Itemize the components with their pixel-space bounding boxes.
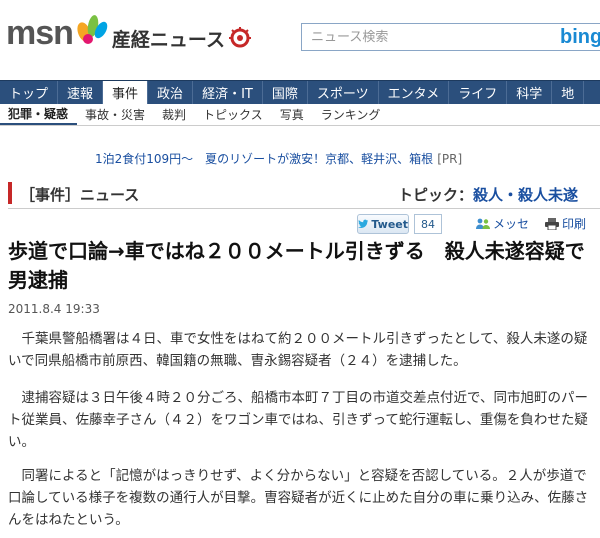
tweet-button[interactable]: Tweet	[357, 214, 409, 234]
nav-item-top[interactable]: トップ	[0, 81, 59, 104]
subnav-item-crime[interactable]: 犯罪・疑惑	[0, 104, 78, 125]
pr-label: [PR]	[437, 152, 463, 166]
tweet-label: Tweet	[371, 217, 408, 231]
msn-butterfly-icon	[77, 14, 108, 44]
nav-item-science[interactable]: 科学	[507, 81, 553, 104]
nav-item-politics[interactable]: 政治	[148, 81, 194, 104]
tweet-count: 84	[414, 214, 442, 234]
printer-icon	[545, 217, 559, 230]
section-title: ［事件］ニュース	[20, 186, 140, 204]
subnav-item-accident[interactable]: 事故・災害	[77, 104, 154, 125]
news-search-input[interactable]	[302, 24, 522, 50]
article-paragraph: 逮捕容疑は３日午後４時２０分ごろ、船橋市本町７丁目の市道交差点付近で、同市旭町の…	[8, 390, 588, 450]
sub-nav: 犯罪・疑惑 事故・災害 裁判 トピックス 写真 ランキング	[0, 104, 600, 126]
site-logo[interactable]: msn 産経ニュース	[6, 14, 251, 53]
main-nav: トップ 速報 事件 政治 経済・IT 国際 スポーツ エンタメ ライフ 科学 地	[0, 80, 600, 104]
section-accent-bar	[8, 182, 12, 204]
section-header: ［事件］ニュース トピック：殺人・殺人未遂	[8, 179, 600, 209]
nav-item-international[interactable]: 国際	[263, 81, 308, 104]
nav-item-life[interactable]: ライフ	[449, 81, 508, 104]
nav-item-breaking[interactable]: 速報	[58, 81, 104, 104]
messe-label: メッセ	[493, 217, 530, 231]
subnav-item-trial[interactable]: 裁判	[154, 104, 195, 125]
print-button[interactable]: 印刷	[545, 215, 586, 232]
print-label: 印刷	[562, 217, 587, 231]
msn-logo-text: msn	[6, 14, 74, 52]
sankei-mark-icon	[228, 26, 251, 47]
subnav-item-photos[interactable]: 写真	[272, 104, 313, 125]
subnav-item-ranking[interactable]: ランキング	[313, 104, 390, 125]
nav-item-entertainment[interactable]: エンタメ	[379, 81, 450, 104]
ad-line: 1泊2食付109円～ 夏のリゾートが激安！京都、軽井沢、箱根 [PR]	[95, 150, 462, 167]
nav-item-sports[interactable]: スポーツ	[308, 81, 379, 104]
article-paragraph: 同署によると「記憶がはっきりせず、よく分からない」と容疑を否認している。２人が歩…	[8, 468, 589, 528]
bing-search-button[interactable]: bing	[560, 26, 600, 49]
messe-button[interactable]: メッセ	[476, 215, 529, 232]
topic-link[interactable]: 殺人・殺人未遂	[473, 186, 578, 204]
sankei-logo-text: 産経ニュース	[111, 29, 225, 51]
article-date: 2011.8.4 19:33	[8, 302, 100, 316]
article-paragraph: 千葉県警船橋署は４日、車で女性をはねて約２００メートル引きずったとして、殺人未遂…	[8, 331, 588, 369]
ad-link[interactable]: 1泊2食付109円～ 夏のリゾートが激安！京都、軽井沢、箱根	[95, 152, 433, 166]
twitter-bird-icon	[358, 219, 369, 228]
nav-item-incidents[interactable]: 事件	[103, 81, 149, 104]
nav-item-economy-it[interactable]: 経済・IT	[193, 81, 263, 104]
topic-label: トピック：殺人・殺人未遂	[398, 184, 578, 205]
news-search-box: bing	[301, 23, 600, 51]
people-icon	[476, 218, 490, 229]
nav-item-region[interactable]: 地	[552, 81, 585, 104]
topic-prefix: トピック：	[398, 186, 474, 204]
article-headline: 歩道で口論→車ではね２００メートル引きずる 殺人未遂容疑で男逮捕	[8, 239, 585, 292]
subnav-item-topics[interactable]: トピックス	[195, 104, 272, 125]
site-header: msn 産経ニュース bing	[0, 0, 600, 80]
